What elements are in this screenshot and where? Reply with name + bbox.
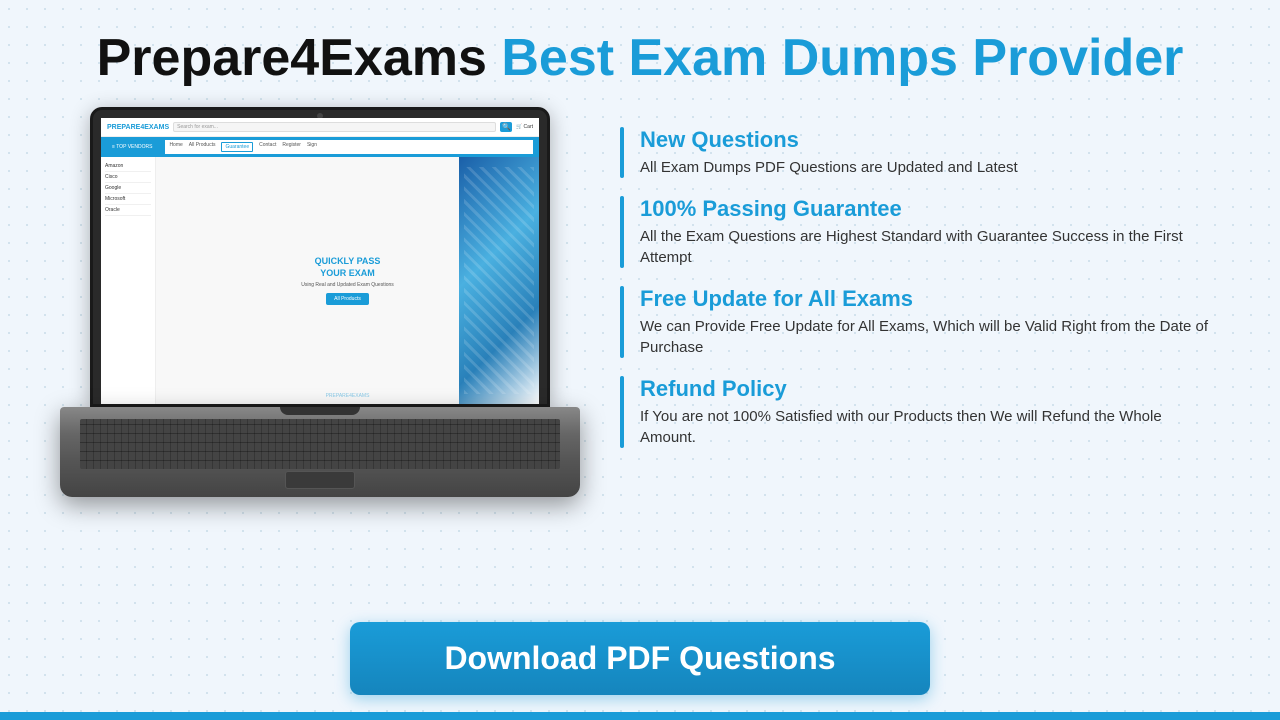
laptop-base [60,407,580,497]
mockup-all-products-btn: All Products [326,293,369,305]
laptop-illustration: PREPARE4EXAMS Search for exam... 🔍 🛒 Car… [60,107,580,497]
mockup-main: QUICKLY PASSYOUR EXAM Using Real and Upd… [156,157,539,404]
feature-border [620,196,624,268]
laptop-screen-inner: PREPARE4EXAMS Search for exam... 🔍 🛒 Car… [101,118,539,404]
mockup-body: Amazon Cisco Google Microsoft Oracle QUI… [101,157,539,404]
feature-content: Refund Policy If You are not 100% Satisf… [640,376,1220,448]
mockup-nav: ≡ TOP VENDORS Home All Products Guarante… [101,137,539,157]
feature-title-new-questions: New Questions [640,127,1220,153]
mockup-search: Search for exam... [173,122,496,132]
feature-passing-guarantee: 100% Passing Guarantee All the Exam Ques… [620,196,1220,268]
feature-content: 100% Passing Guarantee All the Exam Ques… [640,196,1220,268]
laptop-wrapper: PREPARE4EXAMS Search for exam... 🔍 🛒 Car… [60,107,580,497]
download-section: Download PDF Questions [60,602,1220,720]
mockup-hero-sub: Using Real and Updated Exam Questions [301,282,394,288]
features-section: New Questions All Exam Dumps PDF Questio… [620,117,1220,466]
page-container: Prepare4Exams Best Exam Dumps Provider P… [0,0,1280,720]
feature-refund-policy: Refund Policy If You are not 100% Satisf… [620,376,1220,448]
mockup-search-btn: 🔍 [500,122,512,132]
feature-new-questions: New Questions All Exam Dumps PDF Questio… [620,127,1220,178]
mockup-sidebar: Amazon Cisco Google Microsoft Oracle [101,157,156,404]
laptop-touchpad [285,471,355,489]
tagline: Best Exam Dumps Provider [501,29,1183,87]
mockup-cart: 🛒 Cart [516,124,533,130]
mockup-header: PREPARE4EXAMS Search for exam... 🔍 🛒 Car… [101,118,539,137]
mockup-watermark: PREPARE4EXAMS [326,393,370,399]
feature-title-refund-policy: Refund Policy [640,376,1220,402]
main-content: PREPARE4EXAMS Search for exam... 🔍 🛒 Car… [60,117,1220,602]
feature-content: Free Update for All Exams We can Provide… [640,286,1220,358]
feature-title-free-update: Free Update for All Exams [640,286,1220,312]
feature-content: New Questions All Exam Dumps PDF Questio… [640,127,1220,178]
page-title: Prepare4Exams Best Exam Dumps Provider [60,30,1220,87]
website-mockup: PREPARE4EXAMS Search for exam... 🔍 🛒 Car… [101,118,539,404]
feature-desc-new-questions: All Exam Dumps PDF Questions are Updated… [640,157,1220,178]
mockup-logo: PREPARE4EXAMS [107,124,169,131]
download-button[interactable]: Download PDF Questions [350,622,930,695]
feature-desc-free-update: We can Provide Free Update for All Exams… [640,316,1220,358]
feature-desc-refund-policy: If You are not 100% Satisfied with our P… [640,406,1220,448]
feature-border [620,286,624,358]
laptop-screen-outer: PREPARE4EXAMS Search for exam... 🔍 🛒 Car… [90,107,550,407]
feature-border [620,127,624,178]
feature-desc-passing-guarantee: All the Exam Questions are Highest Stand… [640,226,1220,268]
feature-title-passing-guarantee: 100% Passing Guarantee [640,196,1220,222]
laptop-keyboard [80,419,560,469]
mockup-hero-text: QUICKLY PASSYOUR EXAM [315,256,381,279]
mockup-nav-vendor: ≡ TOP VENDORS [107,142,157,152]
mockup-nav-links: Home All Products Guarantee Contact Regi… [165,140,533,154]
mockup-product-image [459,157,539,404]
feature-border [620,376,624,448]
header: Prepare4Exams Best Exam Dumps Provider [60,30,1220,87]
feature-free-update: Free Update for All Exams We can Provide… [620,286,1220,358]
brand-name: Prepare4Exams [97,29,487,87]
